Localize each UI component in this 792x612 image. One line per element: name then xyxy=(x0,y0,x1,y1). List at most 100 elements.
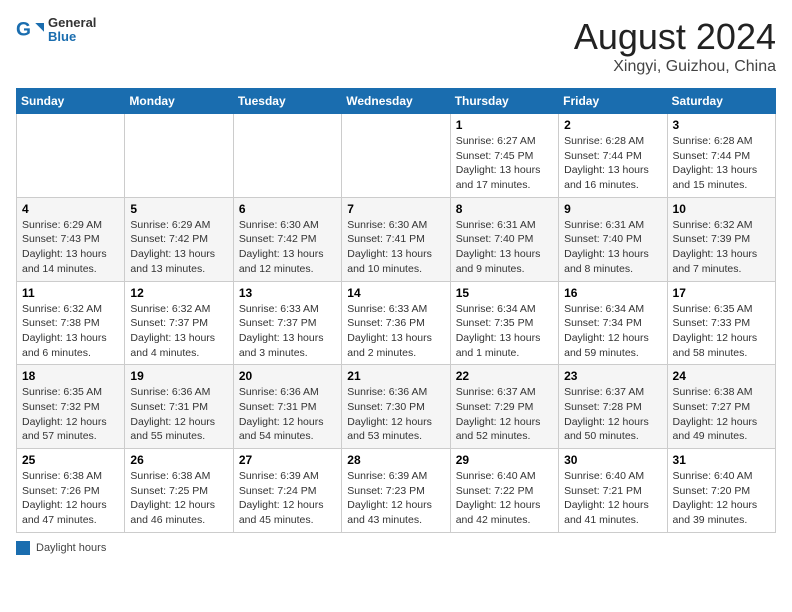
day-info: Sunrise: 6:38 AM Sunset: 7:25 PM Dayligh… xyxy=(130,469,227,528)
day-number: 9 xyxy=(564,202,661,216)
day-cell: 24 Sunrise: 6:38 AM Sunset: 7:27 PM Dayli… xyxy=(667,365,775,449)
day-info: Sunrise: 6:39 AM Sunset: 7:23 PM Dayligh… xyxy=(347,469,444,528)
header-sunday: Sunday xyxy=(17,89,125,114)
day-number: 5 xyxy=(130,202,227,216)
logo-line2: Blue xyxy=(48,30,96,44)
day-number: 30 xyxy=(564,453,661,467)
day-cell xyxy=(17,114,125,198)
header-thursday: Thursday xyxy=(450,89,558,114)
day-number: 14 xyxy=(347,286,444,300)
day-info: Sunrise: 6:32 AM Sunset: 7:37 PM Dayligh… xyxy=(130,302,227,361)
legend: Daylight hours xyxy=(16,541,776,555)
day-number: 25 xyxy=(22,453,119,467)
day-cell xyxy=(342,114,450,198)
day-number: 21 xyxy=(347,369,444,383)
day-cell: 23Sunrise: 6:37 AM Sunset: 7:28 PM Dayli… xyxy=(559,365,667,449)
day-cell: 2 Sunrise: 6:28 AM Sunset: 7:44 PM Daylig… xyxy=(559,114,667,198)
day-number: 3 xyxy=(673,118,770,132)
day-cell: 13 Sunrise: 6:33 AM Sunset: 7:37 PM Dayli… xyxy=(233,281,341,365)
week-row-5: 25 Sunrise: 6:38 AM Sunset: 7:26 PM Dayli… xyxy=(17,449,776,533)
day-cell: 30 Sunrise: 6:40 AM Sunset: 7:21 PM Dayli… xyxy=(559,449,667,533)
day-cell: 6 Sunrise: 6:30 AM Sunset: 7:42 PM Daylig… xyxy=(233,197,341,281)
day-number: 12 xyxy=(130,286,227,300)
day-info: Sunrise: 6:34 AM Sunset: 7:35 PM Dayligh… xyxy=(456,302,553,361)
calendar-table: SundayMondayTuesdayWednesdayThursdayFrid… xyxy=(16,88,776,533)
day-info: Sunrise: 6:35 AM Sunset: 7:33 PM Dayligh… xyxy=(673,302,770,361)
day-number: 8 xyxy=(456,202,553,216)
day-cell: 17 Sunrise: 6:35 AM Sunset: 7:33 PM Dayli… xyxy=(667,281,775,365)
logo-text: General Blue xyxy=(48,16,96,45)
day-number: 11 xyxy=(22,286,119,300)
header-saturday: Saturday xyxy=(667,89,775,114)
day-cell: 7 Sunrise: 6:30 AM Sunset: 7:41 PM Daylig… xyxy=(342,197,450,281)
day-info: Sunrise: 6:32 AM Sunset: 7:38 PM Dayligh… xyxy=(22,302,119,361)
legend-box xyxy=(16,541,30,555)
day-number: 28 xyxy=(347,453,444,467)
legend-label: Daylight hours xyxy=(36,542,106,554)
calendar-title: August 2024 xyxy=(574,16,776,58)
day-info: Sunrise: 6:31 AM Sunset: 7:40 PM Dayligh… xyxy=(564,218,661,277)
day-cell: 12 Sunrise: 6:32 AM Sunset: 7:37 PM Dayli… xyxy=(125,281,233,365)
day-number: 20 xyxy=(239,369,336,383)
day-info: Sunrise: 6:38 AM Sunset: 7:27 PM Dayligh… xyxy=(673,385,770,444)
day-number: 15 xyxy=(456,286,553,300)
day-number: 13 xyxy=(239,286,336,300)
day-info: Sunrise: 6:38 AM Sunset: 7:26 PM Dayligh… xyxy=(22,469,119,528)
logo-icon: G xyxy=(16,16,44,44)
day-info: Sunrise: 6:36 AM Sunset: 7:31 PM Dayligh… xyxy=(130,385,227,444)
day-info: Sunrise: 6:27 AM Sunset: 7:45 PM Dayligh… xyxy=(456,134,553,193)
day-cell: 27Sunrise: 6:39 AM Sunset: 7:24 PM Dayli… xyxy=(233,449,341,533)
day-cell: 9 Sunrise: 6:31 AM Sunset: 7:40 PM Daylig… xyxy=(559,197,667,281)
day-cell xyxy=(125,114,233,198)
day-info: Sunrise: 6:37 AM Sunset: 7:28 PM Dayligh… xyxy=(564,385,661,444)
day-number: 4 xyxy=(22,202,119,216)
day-number: 7 xyxy=(347,202,444,216)
day-number: 27 xyxy=(239,453,336,467)
day-info: Sunrise: 6:36 AM Sunset: 7:31 PM Dayligh… xyxy=(239,385,336,444)
day-cell: 8 Sunrise: 6:31 AM Sunset: 7:40 PM Daylig… xyxy=(450,197,558,281)
header-friday: Friday xyxy=(559,89,667,114)
day-info: Sunrise: 6:34 AM Sunset: 7:34 PM Dayligh… xyxy=(564,302,661,361)
day-number: 24 xyxy=(673,369,770,383)
week-row-1: 1Sunrise: 6:27 AM Sunset: 7:45 PM Daylig… xyxy=(17,114,776,198)
header-row: SundayMondayTuesdayWednesdayThursdayFrid… xyxy=(17,89,776,114)
day-number: 2 xyxy=(564,118,661,132)
day-number: 6 xyxy=(239,202,336,216)
day-number: 10 xyxy=(673,202,770,216)
day-number: 19 xyxy=(130,369,227,383)
week-row-3: 11 Sunrise: 6:32 AM Sunset: 7:38 PM Dayli… xyxy=(17,281,776,365)
day-info: Sunrise: 6:33 AM Sunset: 7:36 PM Dayligh… xyxy=(347,302,444,361)
day-info: Sunrise: 6:33 AM Sunset: 7:37 PM Dayligh… xyxy=(239,302,336,361)
day-info: Sunrise: 6:28 AM Sunset: 7:44 PM Dayligh… xyxy=(564,134,661,193)
day-cell: 18Sunrise: 6:35 AM Sunset: 7:32 PM Dayli… xyxy=(17,365,125,449)
day-cell: 28 Sunrise: 6:39 AM Sunset: 7:23 PM Dayli… xyxy=(342,449,450,533)
page-header: G General Blue August 2024 Xingyi, Guizh… xyxy=(16,16,776,76)
week-row-2: 4Sunrise: 6:29 AM Sunset: 7:43 PM Daylig… xyxy=(17,197,776,281)
day-number: 31 xyxy=(673,453,770,467)
day-info: Sunrise: 6:40 AM Sunset: 7:21 PM Dayligh… xyxy=(564,469,661,528)
day-info: Sunrise: 6:31 AM Sunset: 7:40 PM Dayligh… xyxy=(456,218,553,277)
day-cell: 29Sunrise: 6:40 AM Sunset: 7:22 PM Dayli… xyxy=(450,449,558,533)
day-info: Sunrise: 6:35 AM Sunset: 7:32 PM Dayligh… xyxy=(22,385,119,444)
day-cell: 26 Sunrise: 6:38 AM Sunset: 7:25 PM Dayli… xyxy=(125,449,233,533)
day-number: 17 xyxy=(673,286,770,300)
day-cell: 15 Sunrise: 6:34 AM Sunset: 7:35 PM Dayli… xyxy=(450,281,558,365)
day-number: 16 xyxy=(564,286,661,300)
day-cell: 3Sunrise: 6:28 AM Sunset: 7:44 PM Daylig… xyxy=(667,114,775,198)
day-info: Sunrise: 6:32 AM Sunset: 7:39 PM Dayligh… xyxy=(673,218,770,277)
day-number: 29 xyxy=(456,453,553,467)
day-number: 26 xyxy=(130,453,227,467)
day-cell: 5Sunrise: 6:29 AM Sunset: 7:42 PM Daylig… xyxy=(125,197,233,281)
day-info: Sunrise: 6:30 AM Sunset: 7:41 PM Dayligh… xyxy=(347,218,444,277)
day-cell: 16 Sunrise: 6:34 AM Sunset: 7:34 PM Dayli… xyxy=(559,281,667,365)
logo-line1: General xyxy=(48,16,96,30)
day-cell: 31Sunrise: 6:40 AM Sunset: 7:20 PM Dayli… xyxy=(667,449,775,533)
day-info: Sunrise: 6:30 AM Sunset: 7:42 PM Dayligh… xyxy=(239,218,336,277)
day-cell: 1Sunrise: 6:27 AM Sunset: 7:45 PM Daylig… xyxy=(450,114,558,198)
day-number: 22 xyxy=(456,369,553,383)
day-cell: 22Sunrise: 6:37 AM Sunset: 7:29 PM Dayli… xyxy=(450,365,558,449)
day-cell: 20 Sunrise: 6:36 AM Sunset: 7:31 PM Dayli… xyxy=(233,365,341,449)
day-cell: 4Sunrise: 6:29 AM Sunset: 7:43 PM Daylig… xyxy=(17,197,125,281)
day-cell: 25 Sunrise: 6:38 AM Sunset: 7:26 PM Dayli… xyxy=(17,449,125,533)
day-cell: 19 Sunrise: 6:36 AM Sunset: 7:31 PM Dayli… xyxy=(125,365,233,449)
